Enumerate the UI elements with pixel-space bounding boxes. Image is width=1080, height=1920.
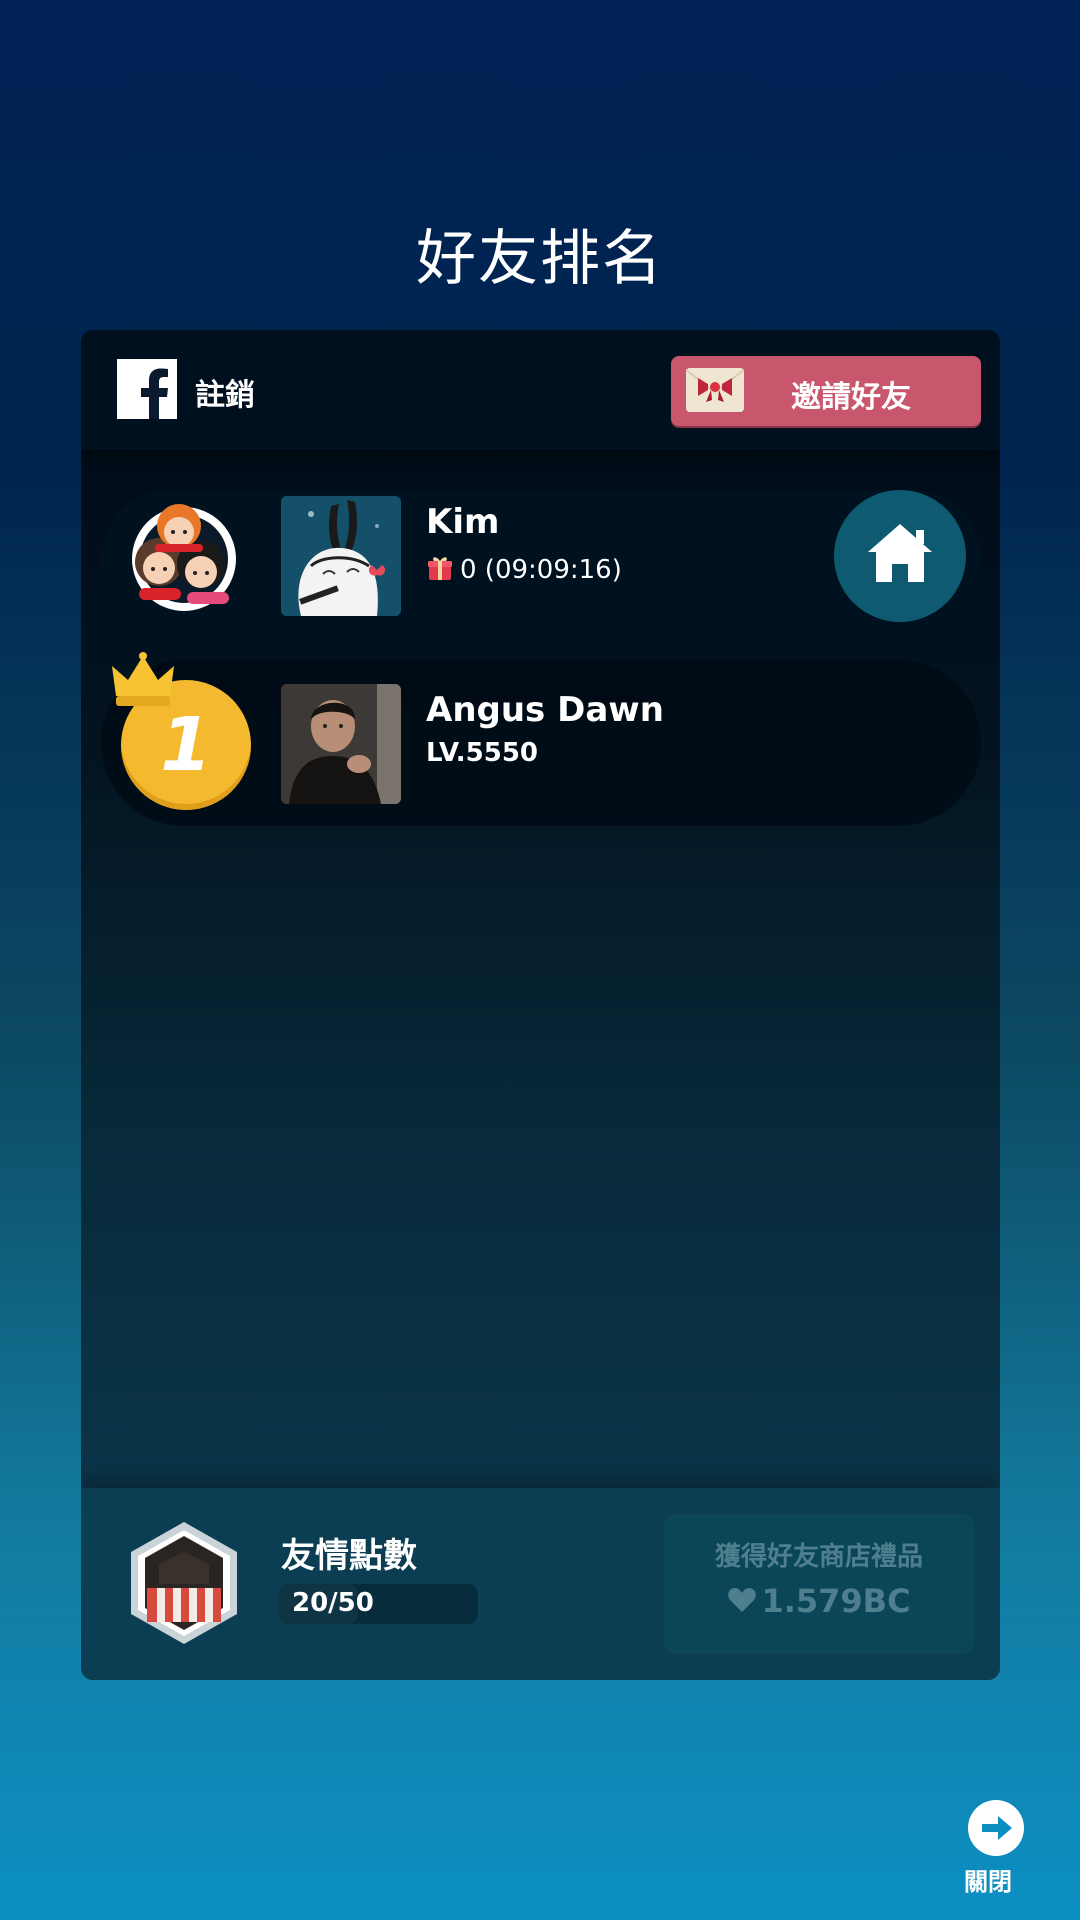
page-title: 好友排名: [416, 224, 664, 294]
close-label[interactable]: 關閉: [964, 1862, 1012, 1897]
my-gift-count: 0 (09:09:16): [460, 555, 622, 585]
invite-friends-button[interactable]: 邀請好友: [671, 356, 981, 426]
invite-friends-label: 邀請好友: [791, 380, 911, 415]
home-icon: [868, 524, 932, 582]
friend-points-value: 20/50: [292, 1588, 374, 1618]
friend-name: Angus Dawn: [426, 690, 664, 730]
friend-shop-value-row: 1.579BC: [664, 1582, 974, 1620]
panel-header: 註銷 邀請好友: [81, 330, 1000, 450]
friend-shop-label: 獲得好友商店禮品: [714, 1542, 923, 1572]
rank-number: 1: [160, 702, 212, 788]
friend-shop-value: 1.579BC: [761, 1582, 911, 1620]
friend-level: LV.5550: [426, 738, 538, 768]
home-button[interactable]: [834, 490, 966, 622]
gift-box-icon: [119, 1518, 249, 1648]
friends-badge-icon: [119, 494, 249, 624]
friend-shop-button[interactable]: 獲得好友商店禮品 1.579BC: [664, 1514, 974, 1654]
gift-icon: [426, 554, 454, 582]
crown-icon: [108, 652, 178, 712]
avatar: [281, 684, 401, 804]
heart-icon: [727, 1585, 757, 1615]
my-name: Kim: [426, 502, 500, 542]
close-button[interactable]: [968, 1800, 1024, 1856]
logout-button[interactable]: 註銷: [195, 370, 255, 414]
panel-footer: 友情點數 20/50 獲得好友商店禮品 1.579BC: [81, 1488, 1000, 1680]
my-gift-status: 0 (09:09:16): [426, 554, 622, 585]
friend-ranking-panel: 註銷 邀請好友 Kim 0 (09:09:16) 1 Angus Dawn LV…: [81, 330, 1000, 1680]
friend-points-progress: 20/50: [278, 1584, 478, 1624]
facebook-icon[interactable]: [117, 359, 177, 419]
my-friend-row: Kim 0 (09:09:16): [101, 490, 981, 626]
ranking-row[interactable]: 1 Angus Dawn LV.5550: [101, 652, 981, 826]
envelope-icon: [685, 368, 745, 412]
friend-points-label: 友情點數: [281, 1536, 417, 1576]
arrow-right-icon: [982, 1816, 1012, 1840]
avatar: [281, 496, 401, 616]
